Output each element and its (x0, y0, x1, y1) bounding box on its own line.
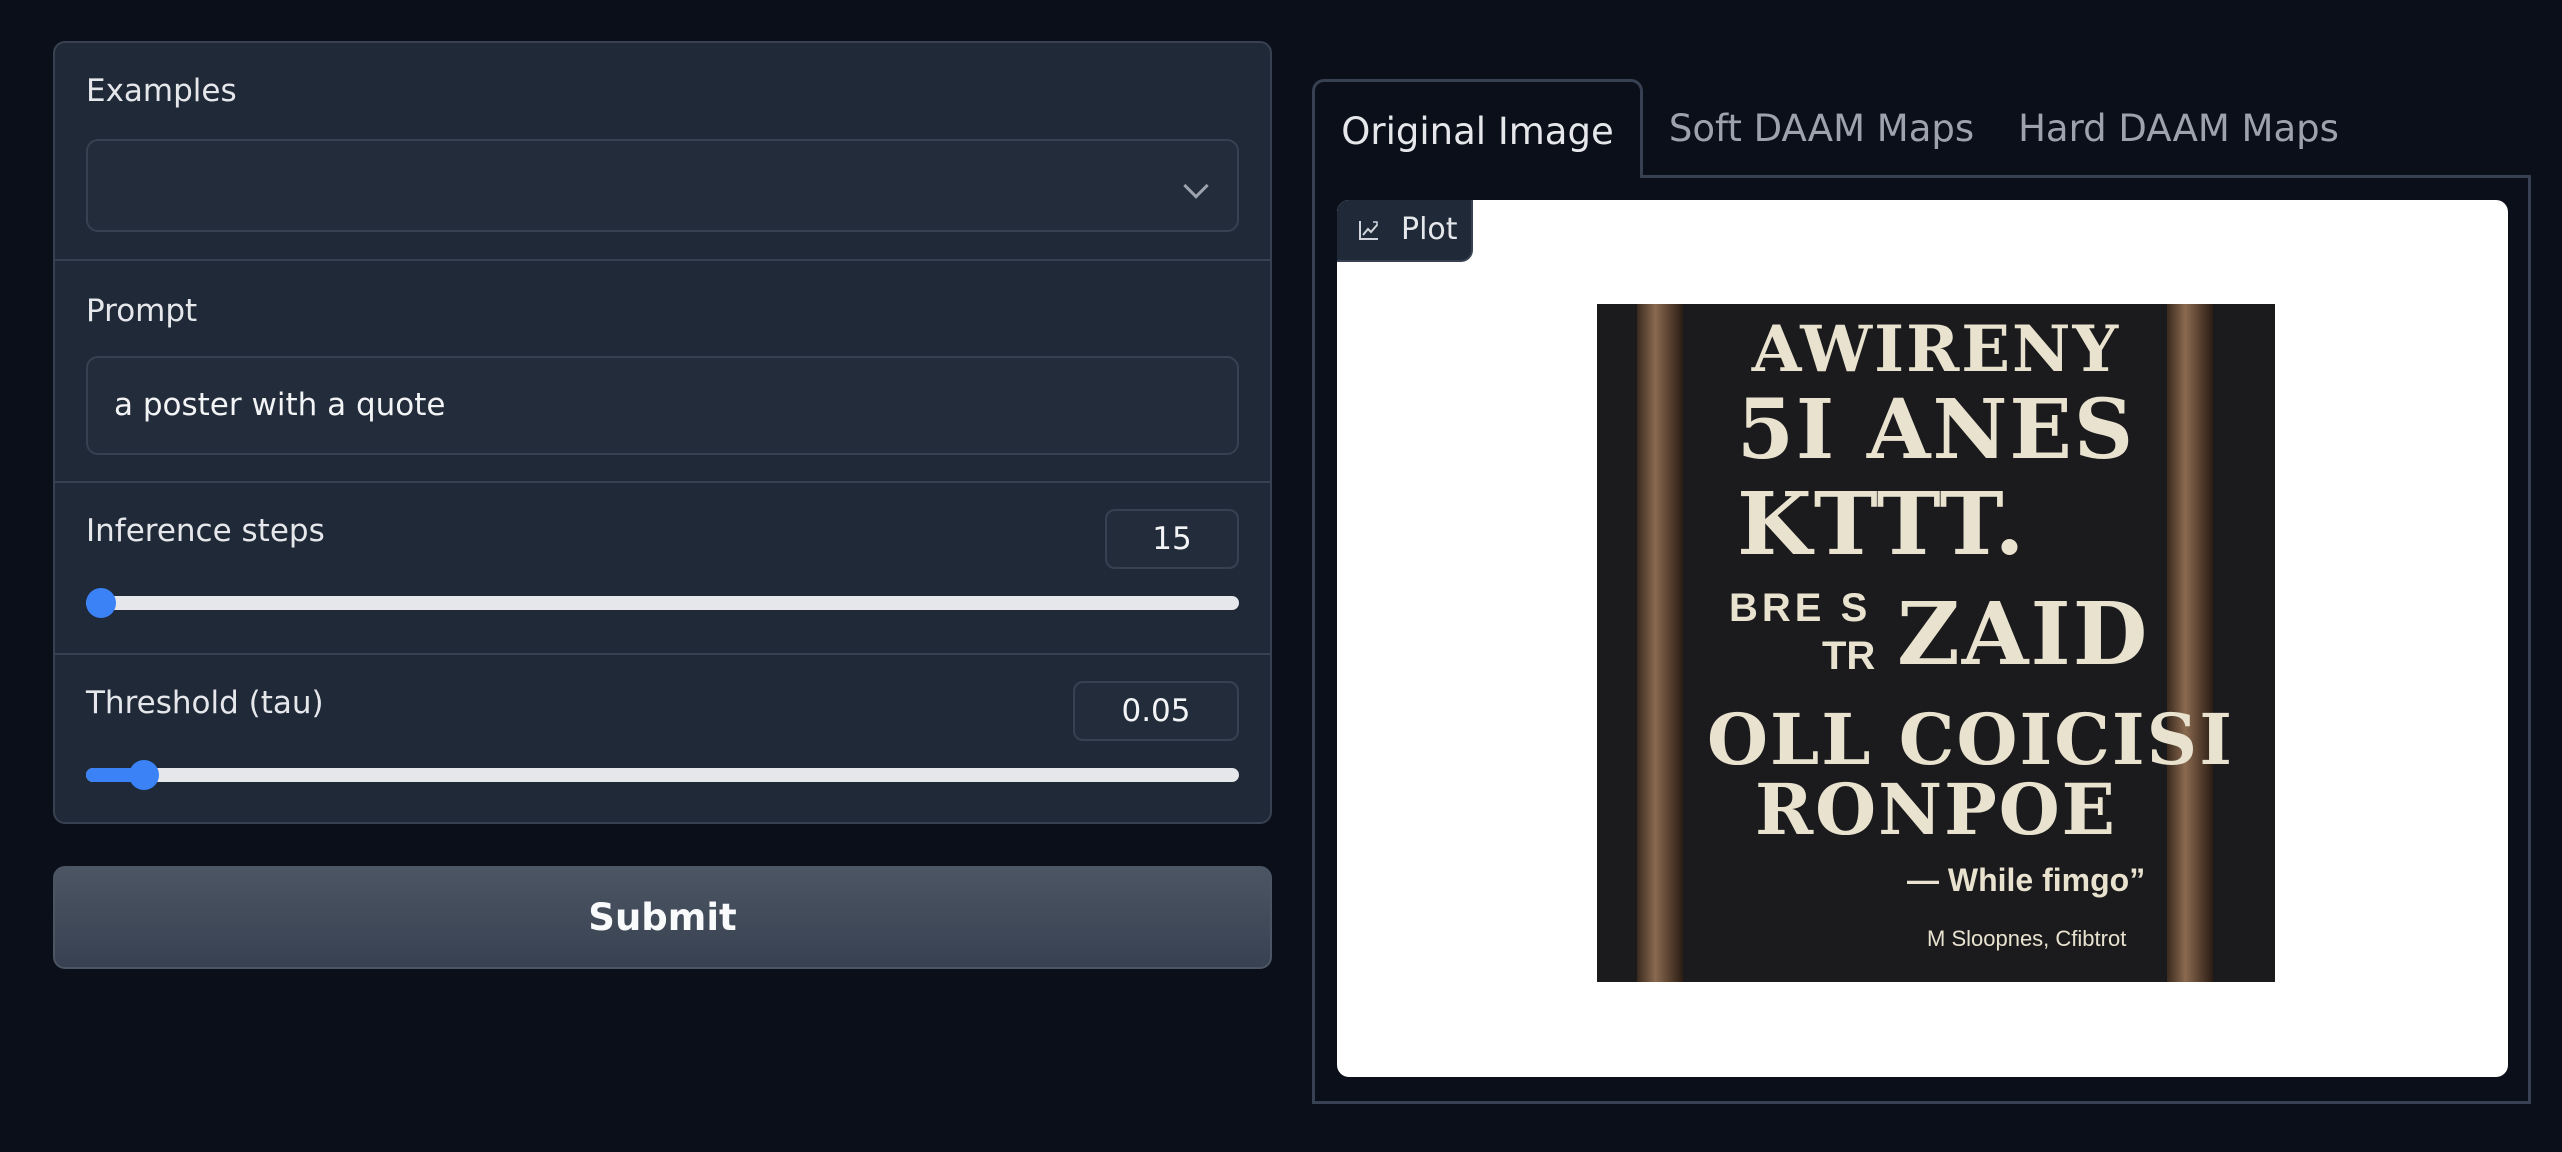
poster-text-line4a: BRE S (1729, 586, 1872, 630)
threshold-block: Threshold (tau) 0.05 (55, 653, 1270, 822)
poster-text-line2: 5I ANES (1736, 382, 2136, 478)
threshold-label: Threshold (tau) (86, 685, 324, 721)
prompt-block: Prompt a poster with a quote (55, 259, 1270, 481)
inference-steps-number-input[interactable]: 15 (1105, 509, 1239, 569)
poster-text-line3: KTTT. (1737, 474, 2027, 575)
poster-frame-left (1637, 304, 1683, 982)
inference-steps-slider-thumb[interactable] (86, 588, 116, 618)
tab-bar: Original Image Soft DAAM Maps Hard DAAM … (1312, 79, 2531, 178)
inference-steps-label: Inference steps (86, 513, 325, 549)
plot-area: Plot AWIRENY 5I ANES KTTT. BRE S TR ZAID… (1337, 200, 2508, 1077)
tab-soft-daam-maps[interactable]: Soft DAAM Maps (1643, 79, 2000, 178)
poster-text-line1: AWIRENY (1751, 312, 2121, 387)
inference-steps-slider[interactable] (86, 588, 1239, 618)
chart-icon (1359, 221, 1378, 240)
poster-frame-right (2167, 304, 2213, 982)
plot-label-text: Plot (1401, 212, 1458, 247)
settings-panel: Examples Prompt a poster with a quote In… (53, 41, 1272, 824)
examples-block: Examples (55, 43, 1270, 259)
poster-text-line4c: ZAID (1897, 584, 2150, 685)
tab-content: Plot AWIRENY 5I ANES KTTT. BRE S TR ZAID… (1312, 175, 2531, 1104)
poster-text-line6: RONPOE (1754, 768, 2118, 851)
inference-steps-block: Inference steps 15 (55, 481, 1270, 653)
prompt-label: Prompt (86, 293, 198, 329)
threshold-slider-thumb[interactable] (128, 760, 159, 790)
output-panel: Original Image Soft DAAM Maps Hard DAAM … (1312, 79, 2531, 1104)
generated-poster-image: AWIRENY 5I ANES KTTT. BRE S TR ZAID OLL … (1597, 304, 2275, 982)
poster-footnote: M Sloopnes, Cfibtrot (1927, 926, 2127, 951)
plot-label-badge: Plot (1337, 200, 1473, 262)
poster-quote-author: — While fimgo” (1907, 862, 2146, 898)
threshold-number-input[interactable]: 0.05 (1073, 681, 1239, 741)
examples-label: Examples (86, 73, 237, 109)
submit-button[interactable]: Submit (53, 866, 1272, 969)
tab-hard-daam-maps[interactable]: Hard DAAM Maps (2000, 79, 2357, 178)
prompt-input[interactable]: a poster with a quote (86, 356, 1239, 455)
examples-dropdown[interactable] (86, 139, 1239, 232)
threshold-slider[interactable] (86, 760, 1239, 790)
poster-text-line4b: TR (1822, 634, 1876, 678)
tab-original-image[interactable]: Original Image (1312, 79, 1643, 178)
chevron-down-icon (1183, 173, 1209, 199)
